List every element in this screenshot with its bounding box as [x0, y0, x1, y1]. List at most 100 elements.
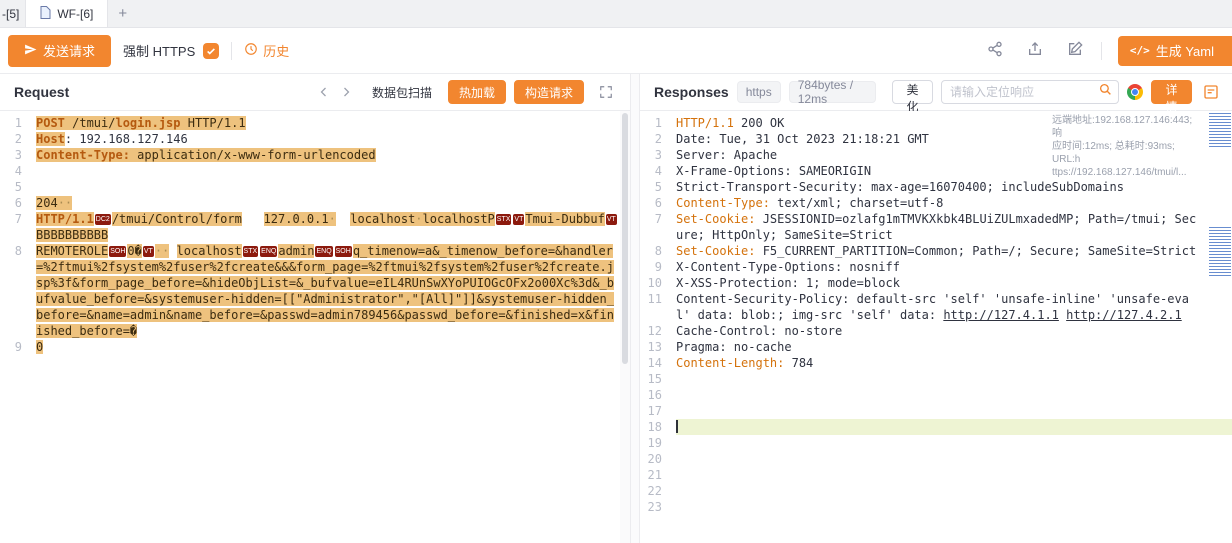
- code-line[interactable]: 2Date: Tue, 31 Oct 2023 21:18:21 GMT: [640, 131, 1232, 147]
- text-cursor: [676, 420, 678, 433]
- build-request-button[interactable]: 构造请求: [514, 80, 584, 104]
- request-title: Request: [14, 84, 69, 100]
- details-button[interactable]: 详情: [1151, 80, 1192, 104]
- export-button[interactable]: [1021, 37, 1049, 65]
- code-line[interactable]: 1POST /tmui/login.jsp HTTP/1.1: [0, 115, 630, 131]
- open-in-chrome-icon[interactable]: [1127, 84, 1143, 100]
- line-number: 1: [0, 115, 36, 131]
- scrollbar-thumb[interactable]: [622, 113, 628, 364]
- line-number: 21: [640, 467, 676, 483]
- minimap-block: [1209, 227, 1231, 277]
- code-line[interactable]: 1HTTP/1.1 200 OK: [640, 115, 1232, 131]
- generate-yaml-button[interactable]: </> 生成 Yaml: [1118, 36, 1232, 66]
- line-number: 13: [640, 339, 676, 355]
- code-line[interactable]: 21: [640, 467, 1232, 483]
- line-number: 23: [640, 499, 676, 515]
- edit-button[interactable]: [1061, 37, 1089, 65]
- toolbar-divider: [231, 42, 232, 60]
- line-number: 8: [640, 243, 676, 259]
- panel-splitter[interactable]: [630, 74, 640, 543]
- code-line[interactable]: 7Set-Cookie: JSESSIONID=ozlafg1mTMVKXkbk…: [640, 211, 1232, 243]
- line-number: 20: [640, 451, 676, 467]
- line-number: 1: [640, 115, 676, 131]
- code-line[interactable]: 19: [640, 435, 1232, 451]
- code-line[interactable]: 8REMOTEROLESOH0�VT·· localhostSTXENQadmi…: [0, 243, 630, 339]
- tab-bar: -[5] WF-[6] +: [0, 0, 1232, 28]
- code-line[interactable]: 3Content-Type: application/x-www-form-ur…: [0, 147, 630, 163]
- history-label: 历史: [263, 41, 289, 60]
- response-panel: Responses https 784bytes / 12ms 美化 详情 1H…: [640, 74, 1232, 543]
- fuzzer-main: Request 数据包扫描 热加载 构造请求 1POST /tmui/login…: [0, 74, 1232, 543]
- line-number: 6: [0, 195, 36, 211]
- toolbar-divider: [1101, 42, 1102, 60]
- response-search-input[interactable]: [950, 85, 1095, 99]
- code-line[interactable]: 6204··: [0, 195, 630, 211]
- chevron-left-icon: [318, 86, 330, 98]
- code-line[interactable]: 18: [640, 419, 1232, 435]
- code-line[interactable]: 17: [640, 403, 1232, 419]
- packet-scan-button[interactable]: 数据包扫描: [364, 80, 440, 104]
- line-number: 3: [640, 147, 676, 163]
- hot-reload-button[interactable]: 热加载: [448, 80, 506, 104]
- response-editor[interactable]: 1HTTP/1.1 200 OK2Date: Tue, 31 Oct 2023 …: [640, 111, 1232, 543]
- request-scrollbar[interactable]: [620, 111, 630, 543]
- force-https-toggle[interactable]: 强制 HTTPS: [123, 41, 219, 60]
- extract-data-icon: [1203, 84, 1219, 100]
- stats-badge: 784bytes / 12ms: [789, 81, 876, 103]
- code-line[interactable]: 7HTTP/1.1DC2/tmui/Control/form 127.0.0.1…: [0, 211, 630, 243]
- send-request-button[interactable]: 发送请求: [8, 35, 111, 67]
- code-line[interactable]: 16: [640, 387, 1232, 403]
- code-line[interactable]: 4X-Frame-Options: SAMEORIGIN: [640, 163, 1232, 179]
- code-line[interactable]: 15: [640, 371, 1232, 387]
- response-panel-header: Responses https 784bytes / 12ms 美化 详情: [640, 74, 1232, 111]
- history-prev-button[interactable]: [314, 78, 334, 106]
- history-next-button[interactable]: [336, 78, 356, 106]
- line-number: 15: [640, 371, 676, 387]
- search-icon[interactable]: [1099, 83, 1112, 101]
- response-search-box: [941, 80, 1119, 104]
- code-line[interactable]: 5: [0, 179, 630, 195]
- line-number: 16: [640, 387, 676, 403]
- request-panel: Request 数据包扫描 热加载 构造请求 1POST /tmui/login…: [0, 74, 630, 543]
- code-line[interactable]: 3Server: Apache: [640, 147, 1232, 163]
- chevron-right-icon: [340, 86, 352, 98]
- code-line[interactable]: 8Set-Cookie: F5_CURRENT_PARTITION=Common…: [640, 243, 1232, 259]
- share-button[interactable]: [981, 37, 1009, 65]
- add-tab-button[interactable]: +: [108, 0, 137, 27]
- tab-previous[interactable]: -[5]: [0, 0, 25, 27]
- code-line[interactable]: 12Cache-Control: no-store: [640, 323, 1232, 339]
- request-editor[interactable]: 1POST /tmui/login.jsp HTTP/1.12Host: 192…: [0, 111, 630, 543]
- code-line[interactable]: 14Content-Length: 784: [640, 355, 1232, 371]
- export-icon: [1027, 41, 1043, 60]
- code-line[interactable]: 10X-XSS-Protection: 1; mode=block: [640, 275, 1232, 291]
- line-number: 7: [640, 211, 676, 243]
- code-line[interactable]: 22: [640, 483, 1232, 499]
- code-line[interactable]: 2Host: 192.168.127.146: [0, 131, 630, 147]
- line-number: 9: [640, 259, 676, 275]
- minimap-block: [1209, 113, 1231, 147]
- line-number: 18: [640, 419, 676, 435]
- generate-yaml-label: 生成 Yaml: [1156, 41, 1214, 60]
- code-line[interactable]: 20: [640, 451, 1232, 467]
- code-line[interactable]: 11Content-Security-Policy: default-src '…: [640, 291, 1232, 323]
- code-line[interactable]: 90: [0, 339, 630, 355]
- line-number: 11: [640, 291, 676, 323]
- editor-minimap[interactable]: [1208, 111, 1232, 543]
- history-button[interactable]: 历史: [244, 41, 289, 60]
- checkbox-checked-icon[interactable]: [203, 43, 219, 59]
- code-line[interactable]: 23: [640, 499, 1232, 515]
- code-line[interactable]: 6Content-Type: text/xml; charset=utf-8: [640, 195, 1232, 211]
- fullscreen-button[interactable]: [592, 78, 620, 106]
- line-number: 12: [640, 323, 676, 339]
- share-nodes-icon: [987, 41, 1003, 60]
- code-line[interactable]: 4: [0, 163, 630, 179]
- extract-data-button[interactable]: [1200, 78, 1222, 106]
- force-https-label: 强制 HTTPS: [123, 41, 195, 60]
- code-line[interactable]: 13Pragma: no-cache: [640, 339, 1232, 355]
- send-request-label: 发送请求: [43, 41, 95, 60]
- tab-active[interactable]: WF-[6]: [25, 0, 108, 27]
- beautify-button[interactable]: 美化: [892, 80, 933, 104]
- code-line[interactable]: 9X-Content-Type-Options: nosniff: [640, 259, 1232, 275]
- line-number: 17: [640, 403, 676, 419]
- code-line[interactable]: 5Strict-Transport-Security: max-age=1607…: [640, 179, 1232, 195]
